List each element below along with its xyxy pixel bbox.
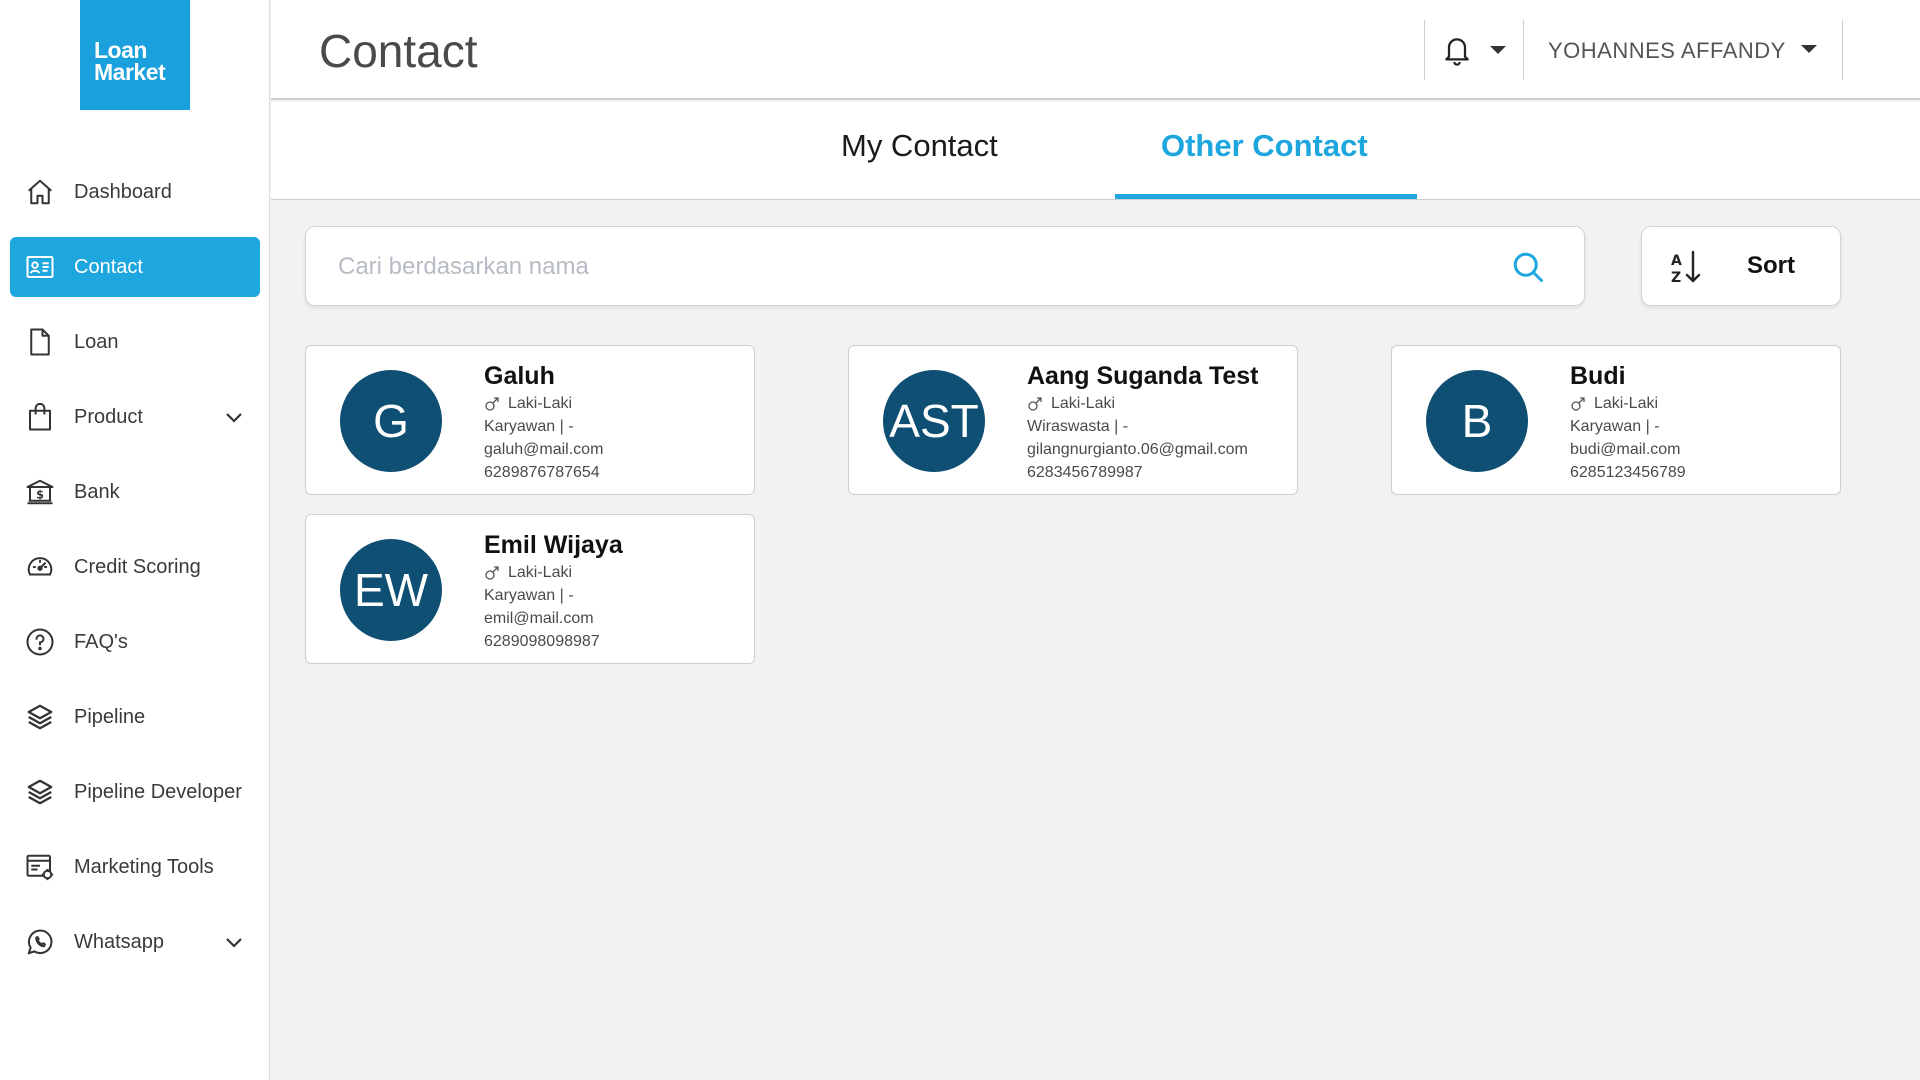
home-icon <box>24 176 56 208</box>
contact-card-icon <box>24 251 56 283</box>
sidebar-item-pipeline-developer[interactable]: Pipeline Developer <box>10 762 260 822</box>
contact-gender: Laki-Laki <box>1594 395 1659 412</box>
active-tab-indicator <box>1115 194 1417 199</box>
top-header: Contact YOHANNES AFFANDY <box>271 0 1920 100</box>
bell-icon[interactable] <box>1441 32 1473 68</box>
sidebar-item-label: Pipeline Developer <box>74 780 242 803</box>
logo-line-2: Market <box>94 59 166 85</box>
sidebar-item-label: Marketing Tools <box>74 855 214 878</box>
sidebar-item-marketing-tools[interactable]: Marketing Tools <box>10 837 260 897</box>
header-divider <box>1842 20 1843 80</box>
contact-job: Karyawan | - <box>1570 418 1660 435</box>
chevron-down-icon[interactable] <box>222 930 246 954</box>
sidebar-item-dashboard[interactable]: Dashboard <box>10 162 260 222</box>
gauge-icon <box>24 551 56 583</box>
user-menu-caret-icon[interactable] <box>1801 45 1817 53</box>
contact-job: Wiraswasta | - <box>1027 418 1129 435</box>
contact-name: Galuh <box>484 362 555 390</box>
sort-button[interactable]: A Z Sort <box>1641 226 1841 306</box>
loan-market-logo[interactable]: Loan Market <box>80 0 190 110</box>
contact-email: galuh@mail.com <box>484 441 604 458</box>
sidebar-item-faqs[interactable]: FAQ's <box>10 612 260 672</box>
svg-text:Z: Z <box>1671 270 1681 286</box>
shopping-bag-icon <box>24 401 56 433</box>
contact-tabs: My Contact Other Contact <box>271 102 1920 200</box>
male-gender-icon <box>1028 396 1042 411</box>
male-gender-icon <box>485 396 499 411</box>
sidebar-item-label: Pipeline <box>74 705 146 728</box>
page-title: Contact <box>319 25 478 77</box>
user-name[interactable]: YOHANNES AFFANDY <box>1548 38 1786 64</box>
contact-email: emil@mail.com <box>484 610 594 627</box>
search-bar <box>305 226 1585 306</box>
tab-my-contact[interactable]: My Contact <box>841 128 998 164</box>
layers-icon <box>24 776 56 808</box>
tab-other-contact[interactable]: Other Contact <box>1161 128 1368 164</box>
sidebar-item-loan[interactable]: Loan <box>10 312 260 372</box>
contact-card[interactable]: EW Emil Wijaya Laki-Laki Karyawan | - em… <box>305 514 755 664</box>
sort-az-icon: A Z <box>1671 250 1701 286</box>
notification-caret-icon[interactable] <box>1490 46 1506 54</box>
sidebar-item-label: Bank <box>74 480 120 503</box>
sidebar-item-label: Loan <box>74 330 119 353</box>
sidebar-item-pipeline[interactable]: Pipeline <box>10 687 260 747</box>
sidebar-item-credit-scoring[interactable]: Credit Scoring <box>10 537 260 597</box>
sidebar-item-contact[interactable]: Contact <box>10 237 260 297</box>
search-icon[interactable] <box>1510 249 1546 285</box>
sidebar-item-product[interactable]: Product <box>10 387 260 447</box>
contact-gender: Laki-Laki <box>1051 395 1116 412</box>
contact-phone: 6285123456789 <box>1570 464 1686 481</box>
avatar: B <box>1426 370 1528 472</box>
header-divider <box>1424 20 1425 80</box>
sidebar-item-label: Credit Scoring <box>74 555 201 578</box>
document-icon <box>24 326 56 358</box>
contact-gender: Laki-Laki <box>508 395 573 412</box>
question-circle-icon <box>24 626 56 658</box>
contact-card[interactable]: G Galuh Laki-Laki Karyawan | - galuh@mai… <box>305 345 755 495</box>
contact-phone: 6289098098987 <box>484 633 600 650</box>
avatar: G <box>340 370 442 472</box>
marketing-tools-icon <box>24 851 56 883</box>
chevron-down-icon[interactable] <box>222 405 246 429</box>
sort-label: Sort <box>1747 252 1795 279</box>
layers-icon <box>24 701 56 733</box>
contact-card[interactable]: B Budi Laki-Laki Karyawan | - budi@mail.… <box>1391 345 1841 495</box>
contact-card[interactable]: AST Aang Suganda Test Laki-Laki Wiraswas… <box>848 345 1298 495</box>
contact-name: Budi <box>1570 362 1626 390</box>
sidebar-item-label: Contact <box>74 255 143 278</box>
sidebar-item-whatsapp[interactable]: Whatsapp <box>10 912 260 972</box>
contact-phone: 6283456789987 <box>1027 464 1143 481</box>
whatsapp-icon <box>24 926 56 958</box>
search-input[interactable] <box>338 245 1488 289</box>
logo-line-1: Loan <box>94 37 147 63</box>
sidebar-item-label: Dashboard <box>74 180 172 203</box>
contact-name: Emil Wijaya <box>484 531 623 559</box>
avatar: EW <box>340 539 442 641</box>
bank-icon: $ <box>24 476 56 508</box>
contact-job: Karyawan | - <box>484 587 574 604</box>
contact-name: Aang Suganda Test <box>1027 362 1259 390</box>
sidebar-item-label: Product <box>74 405 143 428</box>
contact-phone: 6289876787654 <box>484 464 600 481</box>
sidebar-item-bank[interactable]: $ Bank <box>10 462 260 522</box>
contact-job: Karyawan | - <box>484 418 574 435</box>
male-gender-icon <box>1571 396 1585 411</box>
sidebar-item-label: Whatsapp <box>74 930 165 953</box>
sidebar: Loan Market Dashboard Contact Loan Produ… <box>0 0 270 1080</box>
svg-text:A: A <box>1671 253 1682 269</box>
contact-email: budi@mail.com <box>1570 441 1681 458</box>
svg-text:$: $ <box>36 488 44 501</box>
contact-gender: Laki-Laki <box>508 564 573 581</box>
header-divider <box>1523 20 1524 80</box>
male-gender-icon <box>485 565 499 580</box>
contact-email: gilangnurgianto.06@gmail.com <box>1027 441 1248 458</box>
sidebar-item-label: FAQ's <box>74 630 128 653</box>
avatar: AST <box>883 370 985 472</box>
